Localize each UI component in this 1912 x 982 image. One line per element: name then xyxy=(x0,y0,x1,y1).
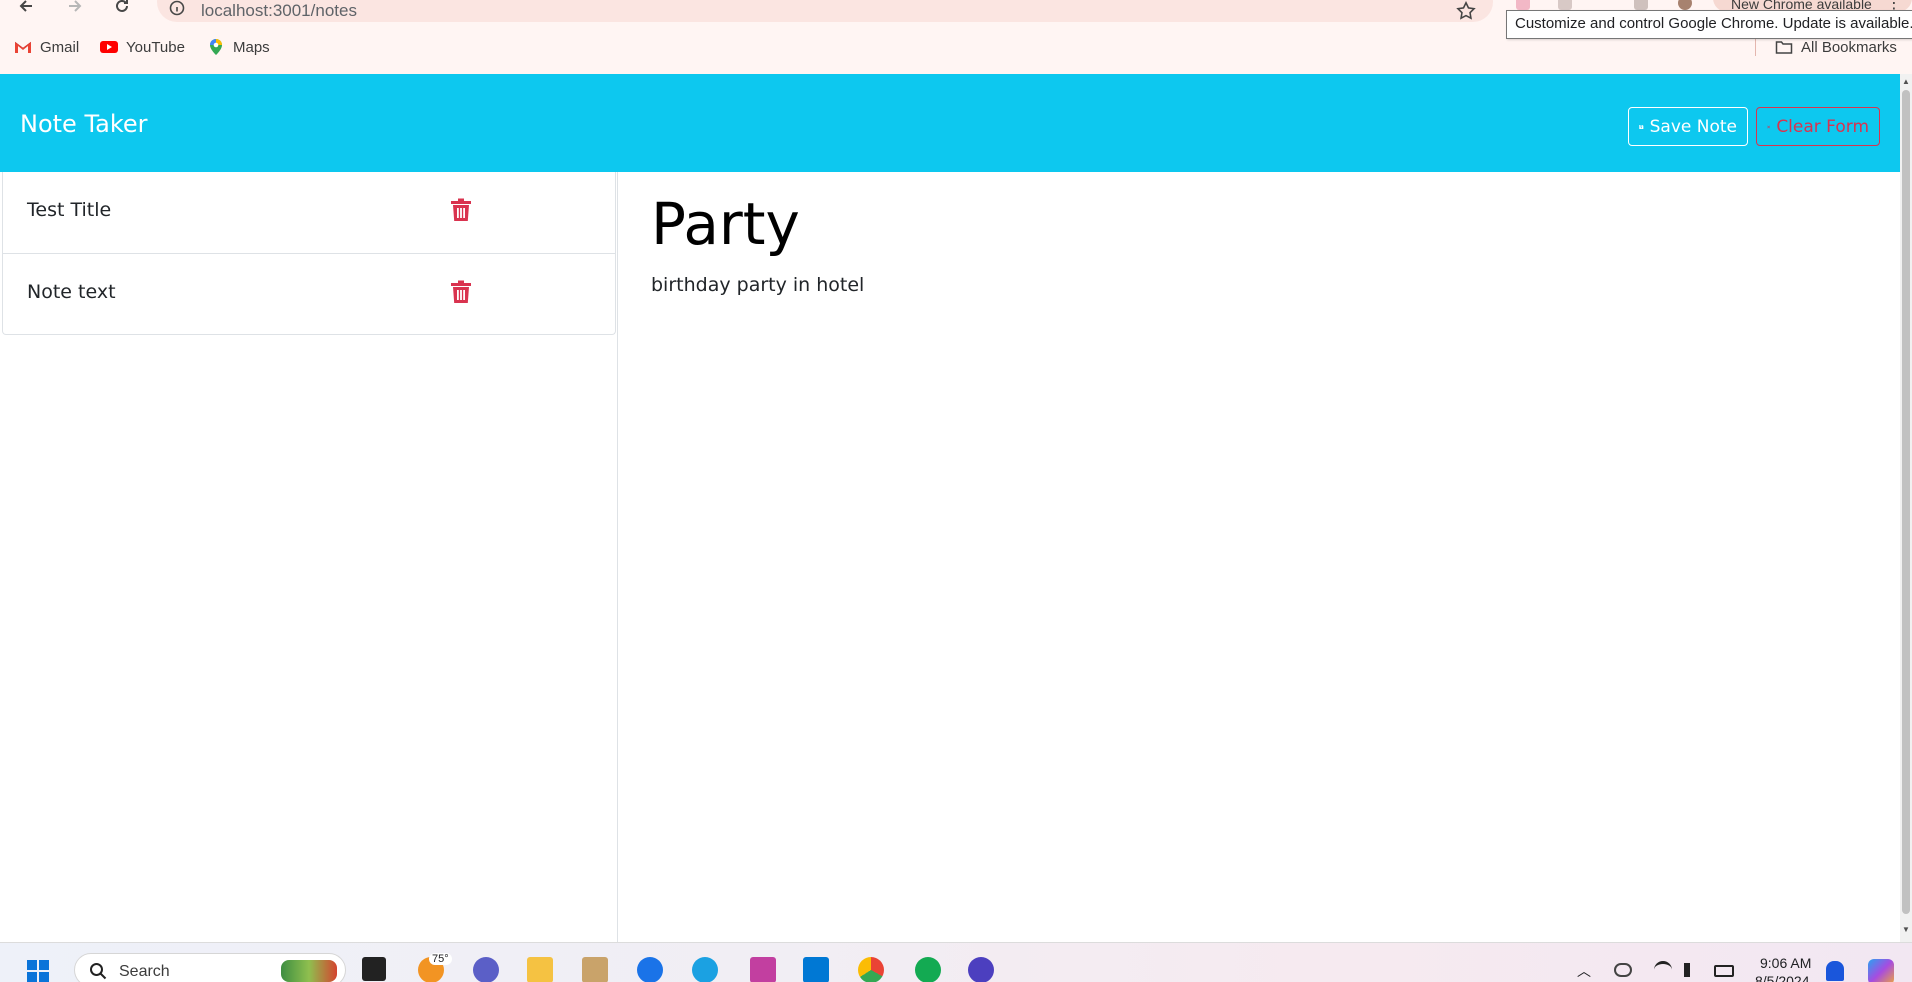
maps-icon xyxy=(210,39,222,55)
note-text-area[interactable]: birthday party in hotel xyxy=(651,274,864,296)
youtube-icon xyxy=(100,41,118,53)
profile-avatar[interactable] xyxy=(1678,0,1692,10)
notepad-icon[interactable] xyxy=(582,957,608,982)
scroll-up-icon[interactable]: ▲ xyxy=(1902,78,1910,86)
list-item[interactable]: Test Title xyxy=(3,172,615,253)
search-placeholder: Search xyxy=(119,963,170,980)
note-title-input[interactable]: Party xyxy=(651,190,800,258)
note-editor: Party birthday party in hotel xyxy=(619,172,1900,942)
note-list-title[interactable]: Note text xyxy=(27,281,116,303)
scroll-thumb[interactable] xyxy=(1902,90,1910,914)
app-title[interactable]: Note Taker xyxy=(20,110,148,138)
teams-icon[interactable] xyxy=(473,957,499,982)
help-icon[interactable] xyxy=(637,957,663,982)
url-text: localhost:3001/notes xyxy=(201,1,357,20)
site-info-icon[interactable] xyxy=(169,0,185,16)
extension-icon[interactable] xyxy=(1558,0,1572,10)
windows-taskbar: Search 75° ︿ 9:06 AM 8/5/2024 xyxy=(0,942,1912,982)
all-bookmarks-label: All Bookmarks xyxy=(1801,38,1897,56)
task-view-icon[interactable] xyxy=(362,957,386,981)
note-list-title[interactable]: Test Title xyxy=(27,199,111,221)
app-navbar: Note Taker Save Note Clear Form xyxy=(0,74,1900,172)
clear-form-button[interactable]: Clear Form xyxy=(1756,107,1880,146)
volume-icon[interactable] xyxy=(1684,963,1702,977)
bookmark-label: Maps xyxy=(233,38,270,56)
folder-icon xyxy=(1775,41,1793,54)
reload-icon[interactable] xyxy=(108,0,136,18)
clear-form-label: Clear Form xyxy=(1776,116,1869,137)
clock-date[interactable]: 8/5/2024 xyxy=(1755,973,1810,982)
onedrive-icon[interactable] xyxy=(1614,963,1632,977)
windows-start-icon[interactable] xyxy=(26,959,50,982)
notification-bell-icon[interactable] xyxy=(1826,961,1844,981)
trash-icon[interactable] xyxy=(450,198,472,222)
copilot-icon[interactable] xyxy=(1868,959,1894,982)
taskbar-search[interactable]: Search xyxy=(74,953,346,982)
search-icon xyxy=(90,963,107,980)
battery-icon[interactable] xyxy=(1714,965,1734,977)
address-bar[interactable]: localhost:3001/notes xyxy=(157,0,1493,22)
chrome-icon[interactable] xyxy=(858,957,884,982)
search-highlight-icon xyxy=(281,960,337,982)
bookmark-label: Gmail xyxy=(40,38,80,56)
bookmark-label: YouTube xyxy=(126,38,185,56)
download-icon[interactable] xyxy=(1634,0,1648,10)
mongodb-icon[interactable] xyxy=(915,957,941,982)
chevron-up-icon[interactable]: ︿ xyxy=(1577,961,1591,981)
wifi-icon[interactable] xyxy=(1654,961,1672,979)
edge-icon[interactable] xyxy=(692,957,718,982)
clock-time[interactable]: 9:06 AM xyxy=(1760,955,1811,971)
forward-icon[interactable] xyxy=(61,0,89,18)
bookmark-maps[interactable]: Maps xyxy=(207,38,270,56)
save-note-button[interactable]: Save Note xyxy=(1628,107,1748,146)
extension-icon[interactable] xyxy=(1516,0,1530,10)
close-icon xyxy=(1767,125,1771,128)
all-bookmarks-button[interactable]: All Bookmarks xyxy=(1775,38,1897,56)
notes-sidebar: Test Title Note text xyxy=(0,172,618,942)
vscode-icon[interactable] xyxy=(803,957,829,982)
file-explorer-icon[interactable] xyxy=(527,957,553,982)
save-note-label: Save Note xyxy=(1649,116,1737,137)
back-icon[interactable] xyxy=(12,0,40,18)
app-icon[interactable] xyxy=(968,957,994,982)
chrome-menu-tooltip: Customize and control Google Chrome. Upd… xyxy=(1506,10,1912,39)
page-scrollbar[interactable]: ▲ ▼ xyxy=(1900,74,1912,942)
snipping-tool-icon[interactable] xyxy=(750,957,776,982)
weather-temp: 75° xyxy=(429,953,452,965)
bookmark-youtube[interactable]: YouTube xyxy=(100,38,185,56)
note-list: Test Title Note text xyxy=(2,172,616,335)
floppy-disk-icon xyxy=(1639,124,1644,129)
scroll-down-icon[interactable]: ▼ xyxy=(1902,926,1910,934)
list-item[interactable]: Note text xyxy=(3,253,615,334)
bookmark-gmail[interactable]: Gmail xyxy=(14,38,79,56)
gmail-icon xyxy=(14,41,32,53)
trash-icon[interactable] xyxy=(450,280,472,304)
bookmark-star-icon[interactable] xyxy=(1455,0,1477,22)
